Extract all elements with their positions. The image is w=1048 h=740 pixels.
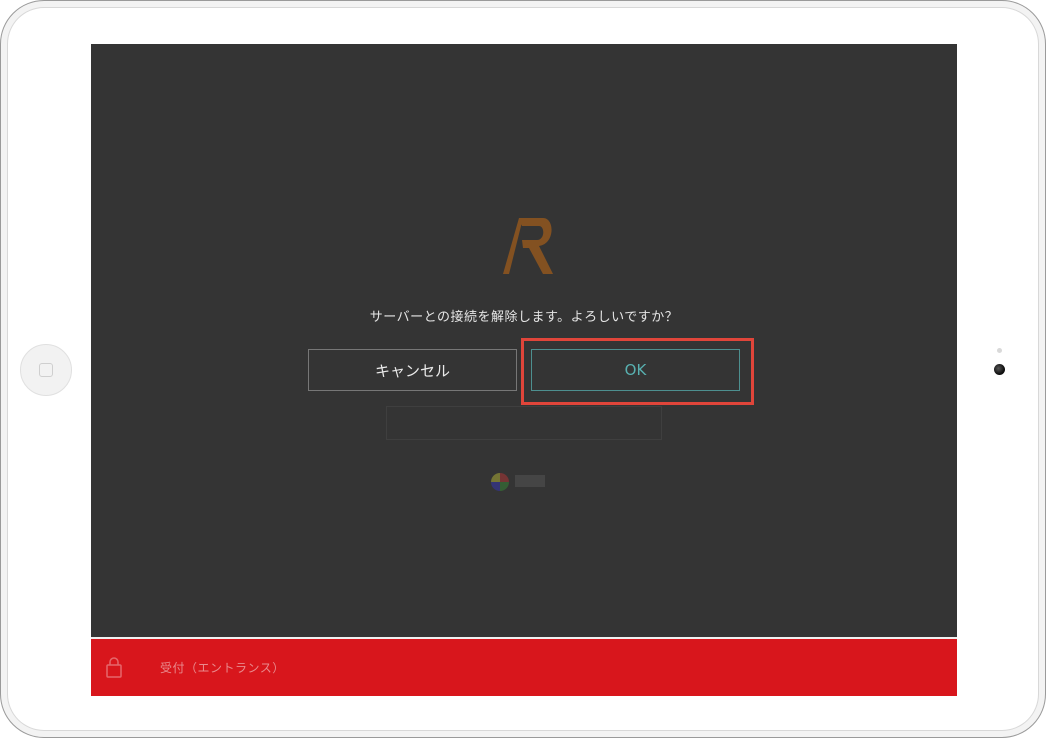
light-sensor	[997, 348, 1002, 353]
home-button[interactable]	[20, 344, 72, 396]
app-screen: サーバーとの接続を解除します。よろしいですか？ キャンセル OK 受付（エントラ…	[91, 44, 957, 696]
lock-icon[interactable]	[105, 656, 123, 678]
footer-bar: 受付（エントランス）	[91, 639, 957, 696]
camera-icon	[994, 364, 1005, 375]
ok-button[interactable]: OK	[531, 349, 740, 391]
brand-logo-icon	[491, 472, 551, 494]
footer-label: 受付（エントランス）	[160, 661, 285, 675]
cancel-button[interactable]: キャンセル	[308, 349, 517, 391]
home-square-icon	[39, 363, 53, 377]
dialog-message: サーバーとの接続を解除します。よろしいですか？	[369, 310, 679, 325]
background-button	[386, 406, 662, 440]
r-logo-icon	[503, 218, 553, 274]
